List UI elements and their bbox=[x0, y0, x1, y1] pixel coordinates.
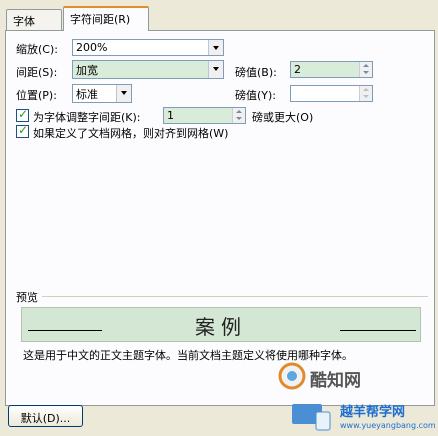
position-by-spinner[interactable] bbox=[290, 85, 373, 102]
spacing-select[interactable]: 加宽 bbox=[72, 60, 224, 79]
snap-grid-label: 如果定义了文档网格，则对齐到网格(W) bbox=[33, 127, 229, 140]
chevron-down-icon[interactable] bbox=[116, 85, 131, 102]
preview-note: 这是用于中文的正文主题字体。当前文档主题定义将使用哪种字体。 bbox=[23, 349, 353, 362]
spacing-by-label: 磅值(B): bbox=[235, 66, 277, 79]
spinner-arrows-icon[interactable] bbox=[232, 108, 245, 123]
scale-select[interactable]: 200% bbox=[72, 39, 224, 56]
spacing-by-spinner[interactable]: 2 bbox=[290, 61, 373, 78]
kerning-suffix: 磅或更大(O) bbox=[252, 111, 314, 124]
watermark-url: www.yueyangbang.com bbox=[340, 421, 436, 430]
position-label: 位置(P): bbox=[16, 89, 57, 102]
spinner-arrows-icon[interactable] bbox=[359, 86, 372, 101]
preview-heading: 预览 bbox=[16, 291, 38, 304]
chevron-down-icon[interactable] bbox=[208, 40, 223, 55]
kerning-label: 为字体调整字间距(K): bbox=[33, 111, 141, 124]
spacing-value: 加宽 bbox=[76, 64, 98, 77]
chevron-down-icon[interactable] bbox=[208, 61, 223, 78]
scale-label: 缩放(C): bbox=[16, 43, 58, 56]
preview-separator bbox=[42, 296, 428, 297]
tab-strip: 字体 字符间距(R) bbox=[0, 6, 438, 31]
scale-value: 200% bbox=[76, 41, 108, 54]
preview-underline-right bbox=[340, 330, 416, 331]
position-by-label: 磅值(Y): bbox=[235, 89, 277, 102]
default-button[interactable]: 默认(D)... bbox=[8, 405, 83, 427]
character-spacing-panel: 缩放(C): 200% 间距(S): 加宽 磅值(B): 2 位置(P): 标准… bbox=[5, 30, 435, 406]
preview-sample: 案例 bbox=[195, 315, 247, 339]
spacing-label: 间距(S): bbox=[16, 66, 58, 79]
kerning-spinner[interactable]: 1 bbox=[163, 107, 246, 124]
preview-box: 案例 bbox=[21, 307, 421, 342]
kerning-checkbox[interactable] bbox=[16, 107, 29, 122]
snap-grid-checkbox[interactable] bbox=[16, 123, 29, 138]
kerning-value: 1 bbox=[167, 109, 174, 122]
spacing-by-value: 2 bbox=[294, 63, 301, 76]
position-value: 标准 bbox=[76, 88, 98, 101]
tab-font[interactable]: 字体 bbox=[6, 9, 62, 30]
tab-character-spacing[interactable]: 字符间距(R) bbox=[63, 6, 149, 31]
position-select[interactable]: 标准 bbox=[72, 84, 132, 103]
spinner-arrows-icon[interactable] bbox=[359, 62, 372, 77]
